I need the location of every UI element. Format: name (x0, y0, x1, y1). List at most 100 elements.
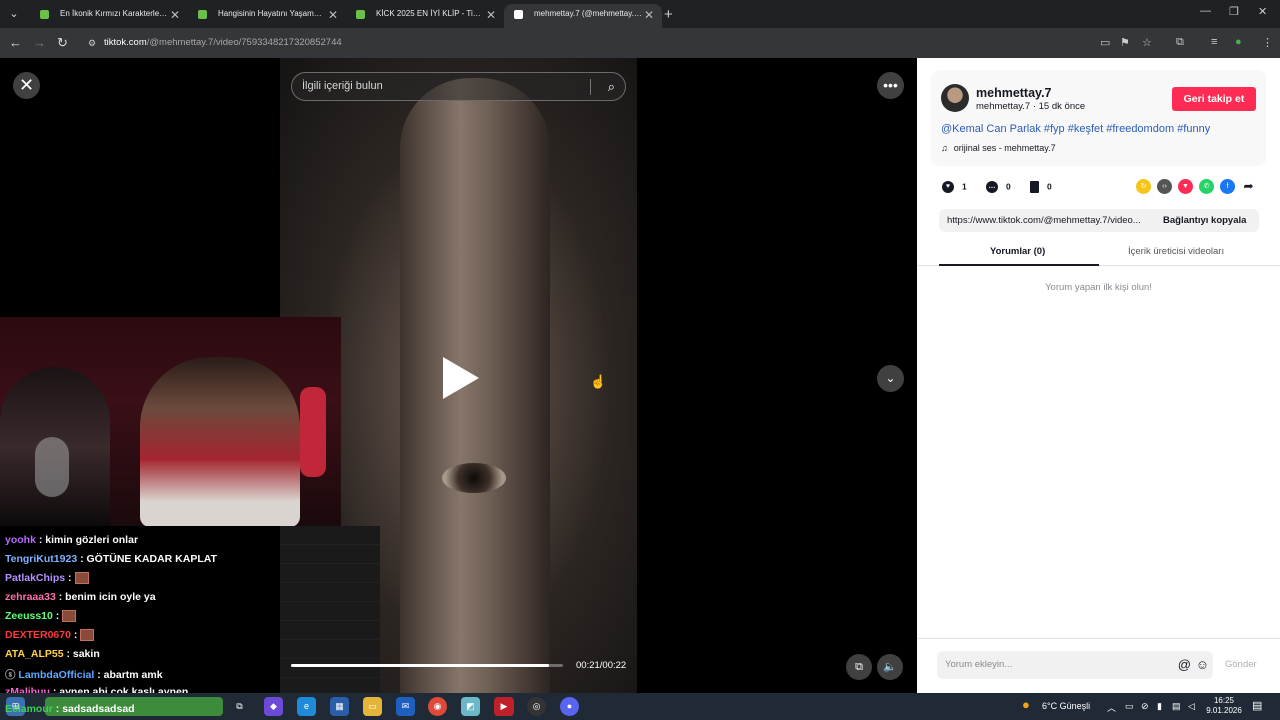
microphone-image (35, 437, 69, 497)
address-field[interactable]: ⚙ tiktok.com/@mehmettay.7/video/75933482… (82, 32, 1098, 54)
sound-link[interactable]: ♫ orijinal ses - mehmettay.7 (941, 143, 1056, 153)
avatar[interactable] (941, 84, 969, 112)
close-tab-icon[interactable]: ✕ (170, 5, 180, 25)
tab-comments[interactable]: Yorumlar (0) (990, 246, 1045, 257)
active-tab-underline (939, 264, 1099, 266)
close-video-icon[interactable]: ✕ (13, 72, 40, 99)
chat-user: DEXTER0670 (5, 629, 71, 641)
tab-search-icon[interactable]: ⌄ (4, 4, 24, 24)
browser-tab-3[interactable]: KİCK 2025 EN İYİ KLİP - Tier List ✕ (346, 4, 504, 28)
copilot-icon[interactable]: ◆ (264, 697, 283, 716)
comment-input[interactable]: Yorum ekleyin... @ ☺ (937, 651, 1213, 679)
facebook-icon[interactable]: f (1220, 179, 1235, 194)
install-app-icon[interactable]: ▭ (1100, 36, 1110, 49)
discord-icon[interactable]: ● (560, 697, 579, 716)
author-card: mehmettay.7 mehmettay.7 · 15 dk önce Ger… (931, 70, 1266, 166)
author-username[interactable]: mehmettay.7 (976, 86, 1052, 100)
file-explorer-icon[interactable]: ▭ (363, 697, 382, 716)
close-tab-icon[interactable]: ✕ (486, 5, 496, 25)
comment-bar-divider (917, 638, 1280, 639)
embed-icon[interactable]: ‹› (1157, 179, 1172, 194)
comment-placeholder: Yorum ekleyin... (945, 659, 1013, 670)
back-icon[interactable]: ← (9, 35, 22, 50)
send-icon[interactable]: ▼ (1178, 179, 1193, 194)
volume-icon[interactable]: 🔈 (877, 654, 903, 680)
comment-count: 0 (1006, 181, 1011, 192)
voice-app-icon[interactable]: ▶ (494, 697, 514, 716)
menu-icon[interactable]: ⋮ (1262, 36, 1273, 49)
close-tab-icon[interactable]: ✕ (644, 5, 654, 25)
close-tab-icon[interactable]: ✕ (328, 5, 338, 25)
repost-icon[interactable]: ↻ (1136, 179, 1151, 194)
obs-icon[interactable]: ◎ (527, 697, 546, 716)
chat-emote-icon (80, 629, 95, 642)
emoji-icon[interactable]: ☺ (1196, 651, 1209, 679)
mention-icon[interactable]: @ (1178, 651, 1191, 679)
video-link[interactable]: https://www.tiktok.com/@mehmettay.7/vide… (947, 209, 1151, 232)
chat-text: : benim icin oyle ya (58, 591, 156, 603)
notification-icon[interactable]: ▤ (1252, 699, 1262, 712)
chat-text: : abartm amk (97, 669, 163, 681)
windows-taskbar: ⊞ ⧉ ◆ e ▦ ▭ ✉ ◉ ◩ ▶ ◎ ● ● 6°C Güneşli ︿ … (0, 693, 1280, 720)
store-icon[interactable]: ▦ (330, 697, 349, 716)
video-caption[interactable]: @Kemal Can Parlak #fyp #keşfet #freedomd… (941, 123, 1210, 135)
camera-off-icon[interactable]: ⊘ (1141, 701, 1149, 712)
mail-icon[interactable]: ✉ (396, 697, 415, 716)
extensions-icon[interactable]: ⧉ (1176, 36, 1184, 49)
network-icon[interactable]: ▤ (1172, 701, 1181, 712)
chat-user: LambdaOfficial (18, 669, 95, 681)
maximize-icon[interactable]: ❐ (1229, 5, 1239, 18)
next-video-icon[interactable]: ⌄ (877, 365, 904, 392)
edge-icon[interactable]: e (297, 697, 316, 716)
search-icon[interactable]: ⌕ (608, 73, 615, 100)
mic-icon[interactable]: ▮ (1157, 701, 1162, 712)
app-icon[interactable]: ◩ (461, 697, 480, 716)
play-icon[interactable] (443, 357, 479, 399)
save-button[interactable]: 0 (1030, 181, 1052, 193)
send-comment-button[interactable]: Gönder (1225, 659, 1257, 670)
bookmark-star-icon[interactable]: ☆ (1142, 36, 1152, 49)
task-view-icon[interactable]: ⧉ (230, 697, 249, 716)
comment-button[interactable]: … 0 (986, 181, 1011, 193)
author-subline: mehmettay.7 · 15 dk önce (976, 101, 1086, 112)
browser-tab-2[interactable]: Hangisinin Hayatını Yaşamak İst ✕ (188, 4, 346, 28)
clock-time: 16:25 (1213, 696, 1235, 705)
more-options-icon[interactable]: ••• (877, 72, 904, 99)
follow-back-button[interactable]: Geri takip et (1172, 87, 1256, 111)
heart-icon: ♥ (942, 181, 954, 193)
like-count: 1 (962, 181, 967, 192)
chat-user: TengriKut1923 (5, 553, 78, 565)
close-window-icon[interactable]: ✕ (1258, 5, 1267, 18)
profile-icon[interactable]: ● (1235, 36, 1242, 48)
media-control-icon[interactable]: ≡ (1211, 36, 1217, 48)
chrome-icon[interactable]: ◉ (428, 697, 447, 716)
translate-icon[interactable]: ⚑ (1120, 36, 1130, 49)
whatsapp-icon[interactable]: ✆ (1199, 179, 1214, 194)
comment-icon: … (986, 181, 998, 193)
battery-icon[interactable]: ▭ (1125, 701, 1134, 712)
copy-link-button[interactable]: Bağlantıyı kopyala (1163, 209, 1246, 232)
new-tab-icon[interactable]: + (664, 6, 673, 23)
tiktok-favicon-icon (514, 10, 523, 19)
clock[interactable]: 16:25 9.01.2026 (1205, 696, 1243, 716)
related-search-input[interactable]: İlgili içeriği bulun ⌕ (291, 72, 626, 101)
share-arrow-icon[interactable]: ➦ (1241, 179, 1256, 194)
browser-tab-1[interactable]: En İkonik Kırmızı Karakterler - T ✕ (30, 4, 188, 28)
video-player[interactable]: ✕ İlgili içeriği bulun ⌕ ••• ⌄ ☝ yoohk :… (0, 58, 917, 698)
reload-icon[interactable]: ↻ (57, 35, 68, 51)
site-info-icon[interactable]: ⚙ (88, 32, 96, 54)
floating-player-icon[interactable]: ⧉ (846, 654, 872, 680)
weather-text[interactable]: 6°C Güneşli (1042, 701, 1090, 711)
tab-favicon-icon (40, 10, 49, 19)
forward-icon[interactable]: → (33, 35, 46, 50)
chat-user: ATA_ALP55 (5, 648, 64, 660)
tray-chevron-icon[interactable]: ︿ (1107, 701, 1116, 714)
like-button[interactable]: ♥ 1 (942, 181, 967, 193)
browser-tab-active[interactable]: mehmettay.7 (@mehmettay.7) | ✕ (504, 4, 662, 28)
empty-comments-text: Yorum yapan ilk kişi olun! (1045, 282, 1152, 293)
tab-title: Hangisinin Hayatını Yaşamak İst (218, 9, 326, 18)
tab-creator-videos[interactable]: İçerik üreticisi videoları (1128, 246, 1224, 257)
video-progress-bar[interactable] (291, 664, 563, 667)
speaker-icon[interactable]: ◁ (1188, 701, 1195, 712)
minimize-icon[interactable]: — (1200, 5, 1211, 17)
